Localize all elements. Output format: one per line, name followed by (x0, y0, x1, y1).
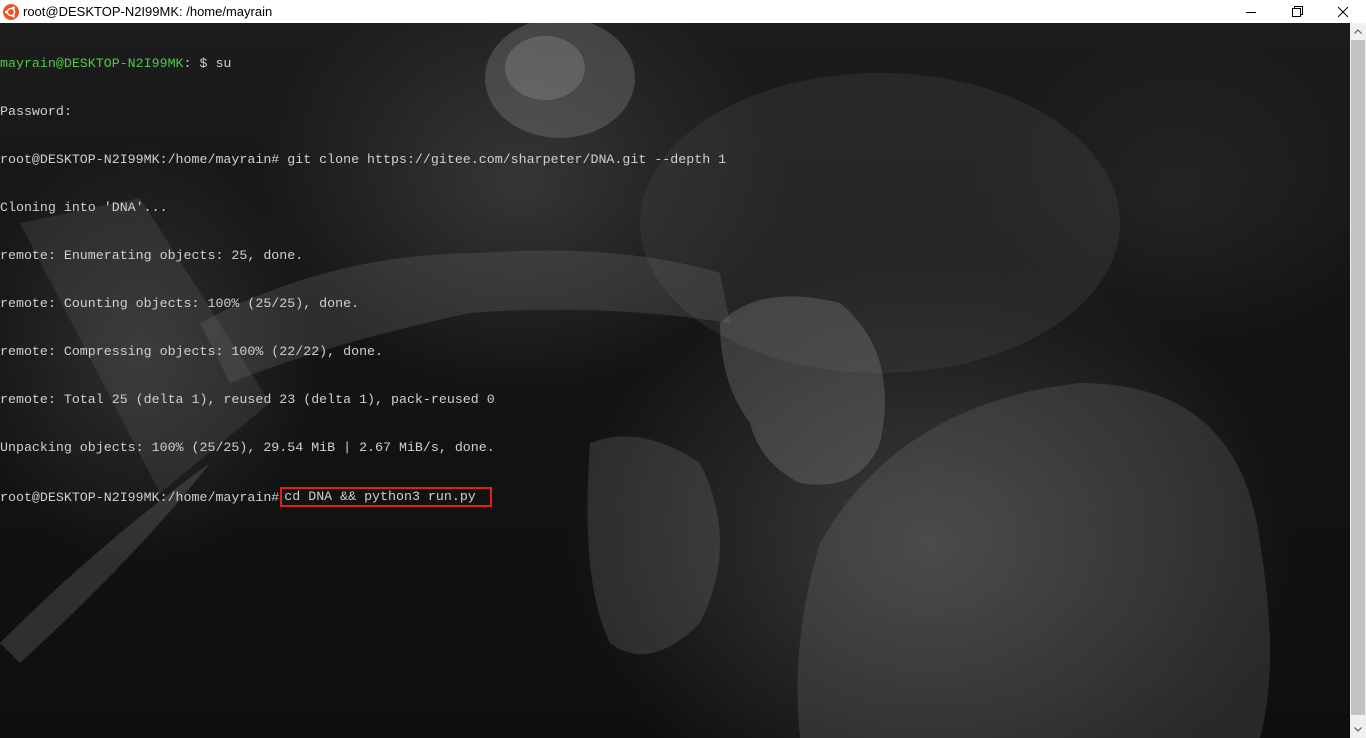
ubuntu-icon[interactable] (3, 3, 19, 20)
minimize-button[interactable] (1228, 0, 1274, 23)
terminal-line: remote: Counting objects: 100% (25/25), … (0, 296, 360, 311)
scroll-up-button[interactable] (1350, 23, 1366, 40)
close-icon (1338, 6, 1348, 17)
terminal-line: Cloning into 'DNA'... (0, 200, 168, 215)
minimize-icon (1246, 11, 1256, 13)
maximize-icon (1291, 6, 1303, 17)
terminal-line: remote: Compressing objects: 100% (22/22… (0, 344, 384, 359)
title-bar[interactable]: root@DESKTOP-N2I99MK: /home/mayrain (0, 0, 1366, 23)
root-prompt: root@DESKTOP-N2I99MK:/home/mayrain# (0, 490, 280, 505)
chevron-up-icon (1354, 29, 1362, 34)
vertical-scrollbar[interactable] (1350, 23, 1366, 738)
terminal-line: remote: Enumerating objects: 25, done. (0, 248, 304, 263)
terminal-line: remote: Total 25 (delta 1), reused 23 (d… (0, 392, 495, 407)
window-controls (1228, 0, 1366, 23)
user-prompt: mayrain@DESKTOP-N2I99MK (0, 56, 184, 71)
terminal-window: root@DESKTOP-N2I99MK: /home/mayrain mayr… (0, 0, 1366, 738)
terminal-line: Unpacking objects: 100% (25/25), 29.54 M… (0, 440, 495, 455)
window-title: root@DESKTOP-N2I99MK: /home/mayrain (23, 4, 273, 19)
chevron-down-icon (1354, 727, 1362, 732)
terminal-line: mayrain@DESKTOP-N2I99MK: $ su (0, 56, 1350, 72)
highlighted-command[interactable]: cd DNA && python3 run.py (280, 487, 492, 507)
terminal-line: Password: (0, 104, 72, 119)
terminal-output[interactable]: mayrain@DESKTOP-N2I99MK: $ su Password: … (0, 23, 1350, 738)
terminal-line-text: : $ su (183, 56, 232, 71)
maximize-button[interactable] (1274, 0, 1320, 23)
terminal-line: root@DESKTOP-N2I99MK:/home/mayrain# cd DN… (0, 487, 1350, 507)
scrollbar-thumb[interactable] (1351, 40, 1365, 715)
close-button[interactable] (1320, 0, 1366, 23)
scroll-down-button[interactable] (1350, 721, 1366, 738)
terminal-line: root@DESKTOP-N2I99MK:/home/mayrain# git … (0, 152, 727, 167)
